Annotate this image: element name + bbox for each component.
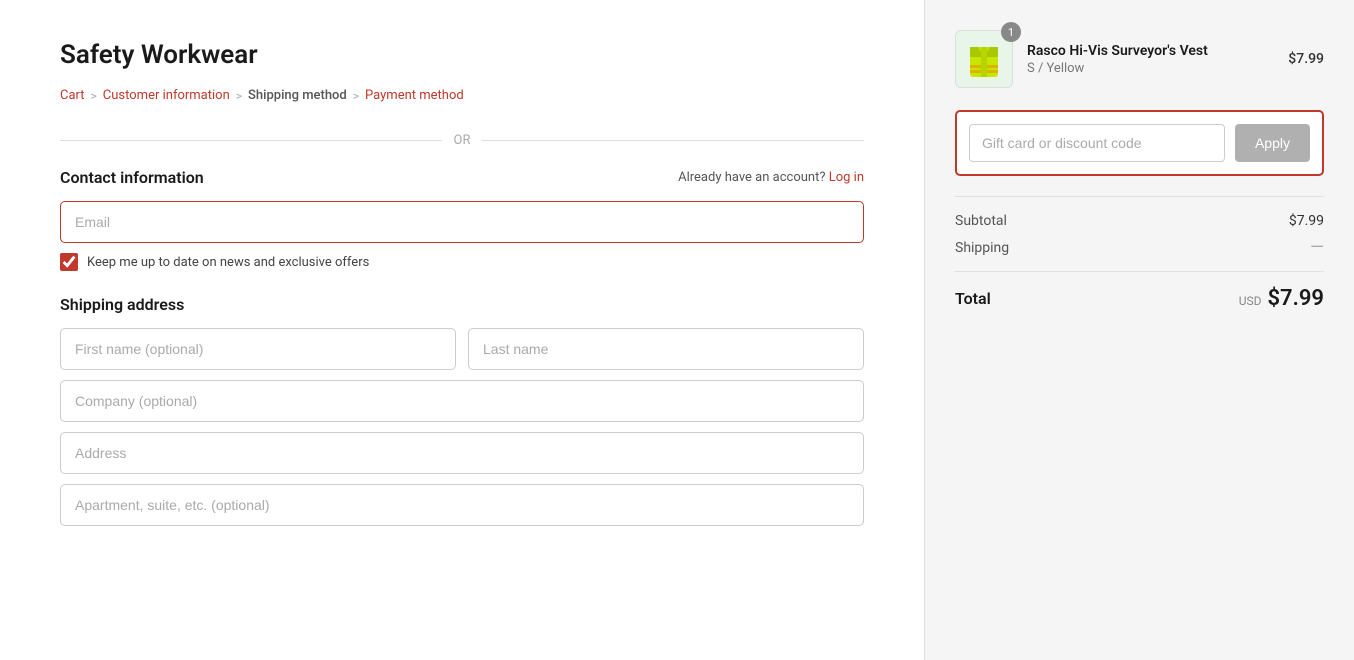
subtotal-row: Subtotal $7.99 [955,213,1324,229]
apply-button[interactable]: Apply [1235,124,1310,162]
left-panel: Safety Workwear Cart > Customer informat… [0,0,924,660]
shipping-row: Shipping — [955,239,1324,257]
total-label: Total [955,289,991,308]
product-name: Rasco Hi-Vis Surveyor's Vest [1027,43,1274,59]
account-prompt-text: Already have an account? [678,170,825,185]
subtotal-label: Subtotal [955,213,1007,229]
product-image-wrap: 1 [955,30,1013,88]
shipping-value: — [1310,239,1324,257]
or-text: OR [454,133,471,148]
breadcrumb-sep-3: > [353,89,359,103]
company-field[interactable] [60,380,864,422]
product-info: Rasco Hi-Vis Surveyor's Vest S / Yellow [1027,43,1274,76]
total-currency: USD [1239,294,1262,308]
subtotal-value: $7.99 [1289,213,1324,229]
product-price: $7.99 [1288,51,1324,67]
discount-code-input[interactable] [969,124,1225,162]
product-row: 1 Rasco Hi-Vis Surveyor's Vest S / Yello… [955,30,1324,88]
email-field[interactable] [60,201,864,243]
breadcrumb-shipping-method[interactable]: Shipping method [248,88,347,103]
contact-header: Contact information Already have an acco… [60,168,864,187]
apt-field[interactable] [60,484,864,526]
breadcrumb-sep-2: > [236,89,242,103]
last-name-field[interactable] [468,328,864,370]
name-row [60,328,864,370]
breadcrumb-cart[interactable]: Cart [60,88,85,103]
product-variant: S / Yellow [1027,61,1274,76]
newsletter-row: Keep me up to date on news and exclusive… [60,253,864,271]
contact-section-title: Contact information [60,168,204,187]
total-row: Total USD $7.99 [955,271,1324,311]
order-totals: Subtotal $7.99 Shipping — Total USD $7.9… [955,196,1324,311]
total-amount: $7.99 [1267,286,1324,311]
discount-box: Apply [955,110,1324,176]
breadcrumb-payment-method[interactable]: Payment method [365,88,464,103]
or-divider: OR [60,133,864,148]
account-prompt: Already have an account? Log in [678,170,864,185]
shipping-section-title: Shipping address [60,295,864,314]
login-link[interactable]: Log in [829,170,864,185]
shipping-label: Shipping [955,240,1009,256]
newsletter-checkbox[interactable] [60,253,78,271]
breadcrumb-sep-1: > [91,89,97,103]
store-title: Safety Workwear [60,40,864,70]
newsletter-label: Keep me up to date on news and exclusive… [87,255,369,270]
product-quantity-badge: 1 [1001,22,1021,42]
breadcrumb: Cart > Customer information > Shipping m… [60,88,864,103]
first-name-field[interactable] [60,328,456,370]
address-field[interactable] [60,432,864,474]
address-section [60,328,864,536]
total-value-wrap: USD $7.99 [1239,286,1324,311]
right-panel: 1 Rasco Hi-Vis Surveyor's Vest S / Yello… [924,0,1354,660]
breadcrumb-customer-info[interactable]: Customer information [103,88,230,103]
vest-icon [962,37,1006,81]
